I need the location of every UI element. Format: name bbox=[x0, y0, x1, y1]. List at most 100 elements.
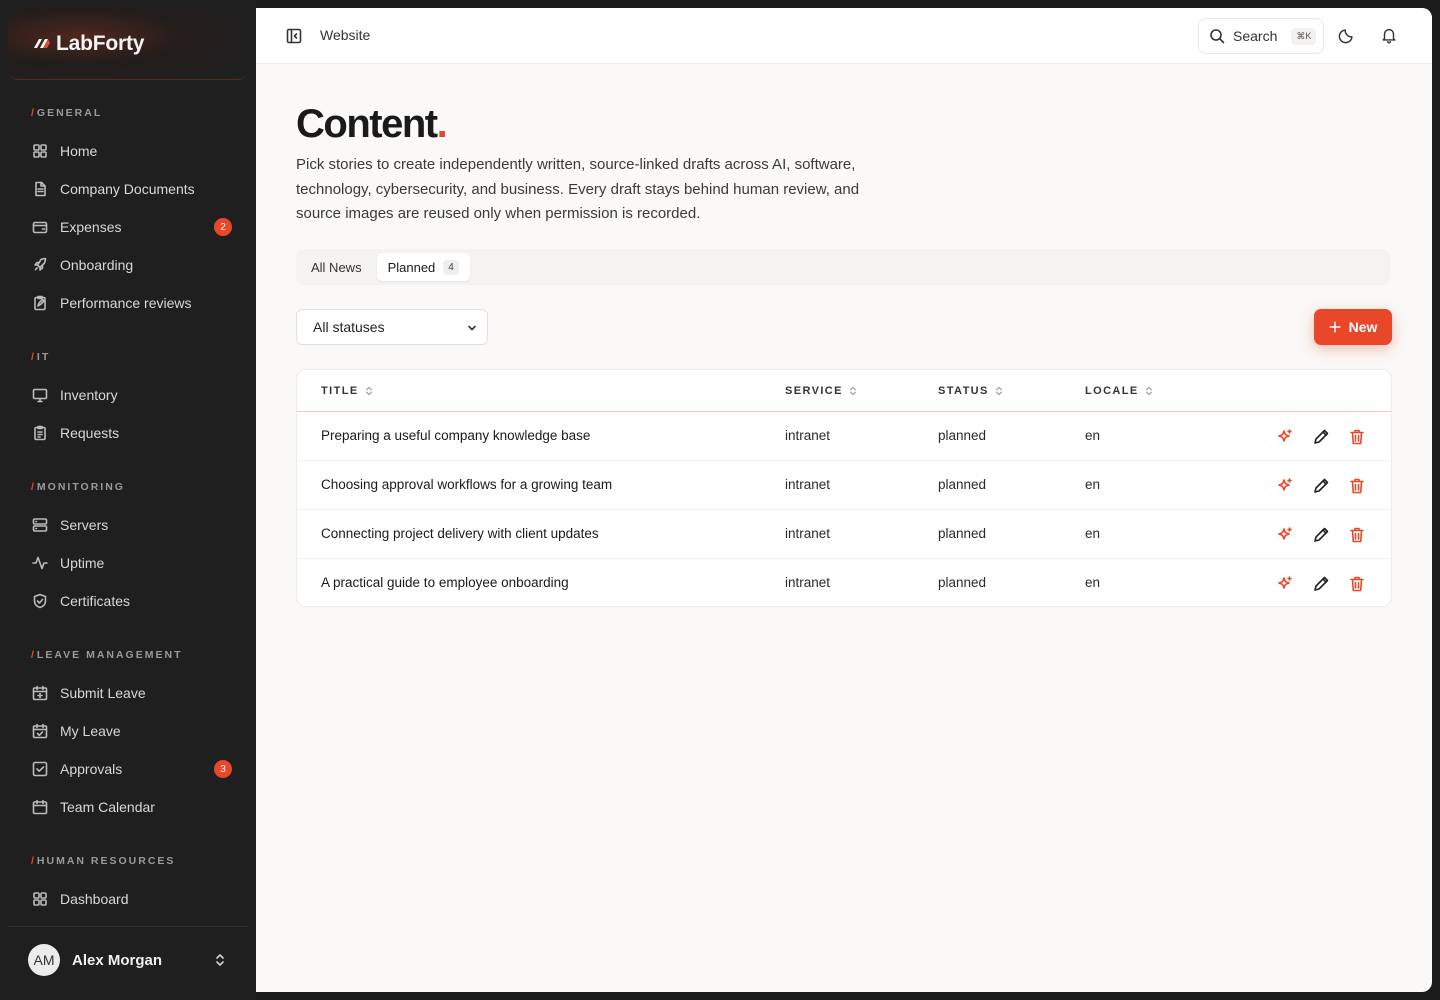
row-status: planned bbox=[938, 575, 987, 590]
avatar: AM bbox=[28, 944, 60, 976]
table-row[interactable]: Preparing a useful company knowledge bas… bbox=[297, 412, 1391, 461]
server-icon bbox=[32, 517, 48, 533]
main-panel: Website Search ⌘K Content. Pick stories … bbox=[256, 8, 1432, 992]
column-header-status[interactable]: STATUS bbox=[938, 385, 1003, 397]
grid-icon bbox=[32, 891, 48, 907]
sidebar-item-approvals[interactable]: Approvals 3 bbox=[20, 752, 240, 786]
trash-icon[interactable] bbox=[1348, 477, 1366, 495]
user-name: Alex Morgan bbox=[72, 951, 163, 969]
search-icon bbox=[1209, 28, 1225, 44]
sparkles-icon[interactable] bbox=[1276, 477, 1294, 495]
tab-all-news[interactable]: All News bbox=[300, 253, 373, 281]
sort-icon bbox=[365, 386, 373, 396]
sparkles-icon[interactable] bbox=[1276, 428, 1294, 446]
moon-icon[interactable] bbox=[1338, 26, 1358, 46]
sidebar-item-submit-leave[interactable]: Submit Leave bbox=[20, 676, 240, 710]
shield-check-icon bbox=[32, 593, 48, 609]
calendar-plus-icon bbox=[32, 685, 48, 701]
section-label-monitoring: / MONITORING bbox=[31, 481, 125, 493]
table-row[interactable]: Connecting project delivery with client … bbox=[297, 510, 1391, 559]
sidebar-item-expenses[interactable]: Expenses 2 bbox=[20, 210, 240, 244]
pencil-icon[interactable] bbox=[1312, 477, 1330, 495]
sidebar-item-team-calendar[interactable]: Team Calendar bbox=[20, 790, 240, 824]
table-row[interactable]: Choosing approval workflows for a growin… bbox=[297, 461, 1391, 510]
sort-icon bbox=[1145, 386, 1153, 396]
bell-icon[interactable] bbox=[1380, 26, 1400, 46]
row-title: Preparing a useful company knowledge bas… bbox=[321, 428, 591, 443]
sidebar-item-label: Performance reviews bbox=[60, 295, 192, 311]
row-title: A practical guide to employee onboarding bbox=[321, 575, 569, 590]
sparkles-icon[interactable] bbox=[1276, 526, 1294, 544]
grid-icon bbox=[32, 143, 48, 159]
row-locale: en bbox=[1085, 428, 1101, 443]
rocket-icon bbox=[32, 257, 48, 273]
chevron-down-icon bbox=[467, 323, 477, 333]
breadcrumb[interactable]: Website bbox=[320, 27, 370, 43]
row-locale: en bbox=[1085, 477, 1101, 492]
page-description: Pick stories to create independently wri… bbox=[296, 156, 860, 222]
sidebar-item-label: Home bbox=[60, 143, 98, 159]
row-locale: en bbox=[1085, 526, 1101, 541]
sidebar-item-dashboard[interactable]: Dashboard bbox=[20, 882, 240, 916]
new-content-button[interactable]: New bbox=[1314, 309, 1392, 345]
pencil-icon[interactable] bbox=[1312, 526, 1330, 544]
pencil-icon[interactable] bbox=[1312, 428, 1330, 446]
sidebar-item-label: Requests bbox=[60, 425, 120, 441]
sidebar-item-label: My Leave bbox=[60, 723, 121, 739]
trash-icon[interactable] bbox=[1348, 428, 1366, 446]
monitor-icon bbox=[32, 387, 48, 403]
tab-planned[interactable]: Planned 4 bbox=[376, 253, 470, 281]
section-label-it: / IT bbox=[31, 351, 51, 363]
sidebar-item-inventory[interactable]: Inventory bbox=[20, 378, 240, 412]
brand-name: LabForty bbox=[56, 31, 145, 55]
sidebar-item-uptime[interactable]: Uptime bbox=[20, 546, 240, 580]
status-filter-value: All statuses bbox=[313, 319, 385, 335]
sidebar-item-label: Inventory bbox=[60, 387, 118, 403]
calendar-check-icon bbox=[32, 723, 48, 739]
clipboard-edit-icon bbox=[32, 295, 48, 311]
row-service: intranet bbox=[785, 428, 831, 443]
sidebar-item-my-leave[interactable]: My Leave bbox=[20, 714, 240, 748]
sidebar-item-label: Onboarding bbox=[60, 257, 134, 273]
content-table: TITLE SERVICE STATUS LOCALE Preparing a … bbox=[296, 369, 1392, 607]
column-header-title[interactable]: TITLE bbox=[321, 385, 373, 397]
sidebar-item-performance-reviews[interactable]: Performance reviews bbox=[20, 286, 240, 320]
row-status: planned bbox=[938, 477, 987, 492]
sidebar-item-servers[interactable]: Servers bbox=[20, 508, 240, 542]
clipboard-list-icon bbox=[32, 425, 48, 441]
trash-icon[interactable] bbox=[1348, 526, 1366, 544]
search-shortcut: ⌘K bbox=[1291, 27, 1317, 45]
sidebar-item-label: Dashboard bbox=[60, 891, 129, 907]
sidebar-item-company-documents[interactable]: Company Documents bbox=[20, 172, 240, 206]
sidebar-item-onboarding[interactable]: Onboarding bbox=[20, 248, 240, 282]
search-button[interactable]: Search ⌘K bbox=[1198, 18, 1324, 54]
row-title: Choosing approval workflows for a growin… bbox=[321, 477, 613, 492]
sidebar-item-certificates[interactable]: Certificates bbox=[20, 584, 240, 618]
sidebar-item-label: Team Calendar bbox=[60, 799, 155, 815]
sidebar-toggle-icon[interactable] bbox=[286, 28, 302, 44]
labforty-logo-icon bbox=[32, 34, 52, 54]
status-filter-select[interactable]: All statuses bbox=[296, 309, 488, 345]
sidebar-item-home[interactable]: Home bbox=[20, 134, 240, 168]
sparkles-icon[interactable] bbox=[1276, 575, 1294, 593]
row-service: intranet bbox=[785, 526, 831, 541]
chevrons-up-down-icon bbox=[212, 952, 228, 968]
pencil-icon[interactable] bbox=[1312, 575, 1330, 593]
user-menu[interactable]: AM Alex Morgan bbox=[20, 940, 240, 980]
table-row[interactable]: A practical guide to employee onboarding… bbox=[297, 559, 1391, 606]
column-header-service[interactable]: SERVICE bbox=[785, 385, 857, 397]
activity-icon bbox=[32, 555, 48, 571]
tab-count-badge: 4 bbox=[443, 259, 459, 275]
document-icon bbox=[32, 181, 48, 197]
section-label-leave-management: / LEAVE MANAGEMENT bbox=[31, 649, 183, 661]
brand[interactable]: LabForty bbox=[8, 8, 248, 80]
row-status: planned bbox=[938, 428, 987, 443]
sidebar-item-label: Company Documents bbox=[60, 181, 195, 197]
sidebar-item-requests[interactable]: Requests bbox=[20, 416, 240, 450]
trash-icon[interactable] bbox=[1348, 575, 1366, 593]
column-header-locale[interactable]: LOCALE bbox=[1085, 385, 1153, 397]
sort-icon bbox=[849, 386, 857, 396]
notification-badge: 2 bbox=[214, 218, 232, 236]
row-service: intranet bbox=[785, 477, 831, 492]
row-service: intranet bbox=[785, 575, 831, 590]
